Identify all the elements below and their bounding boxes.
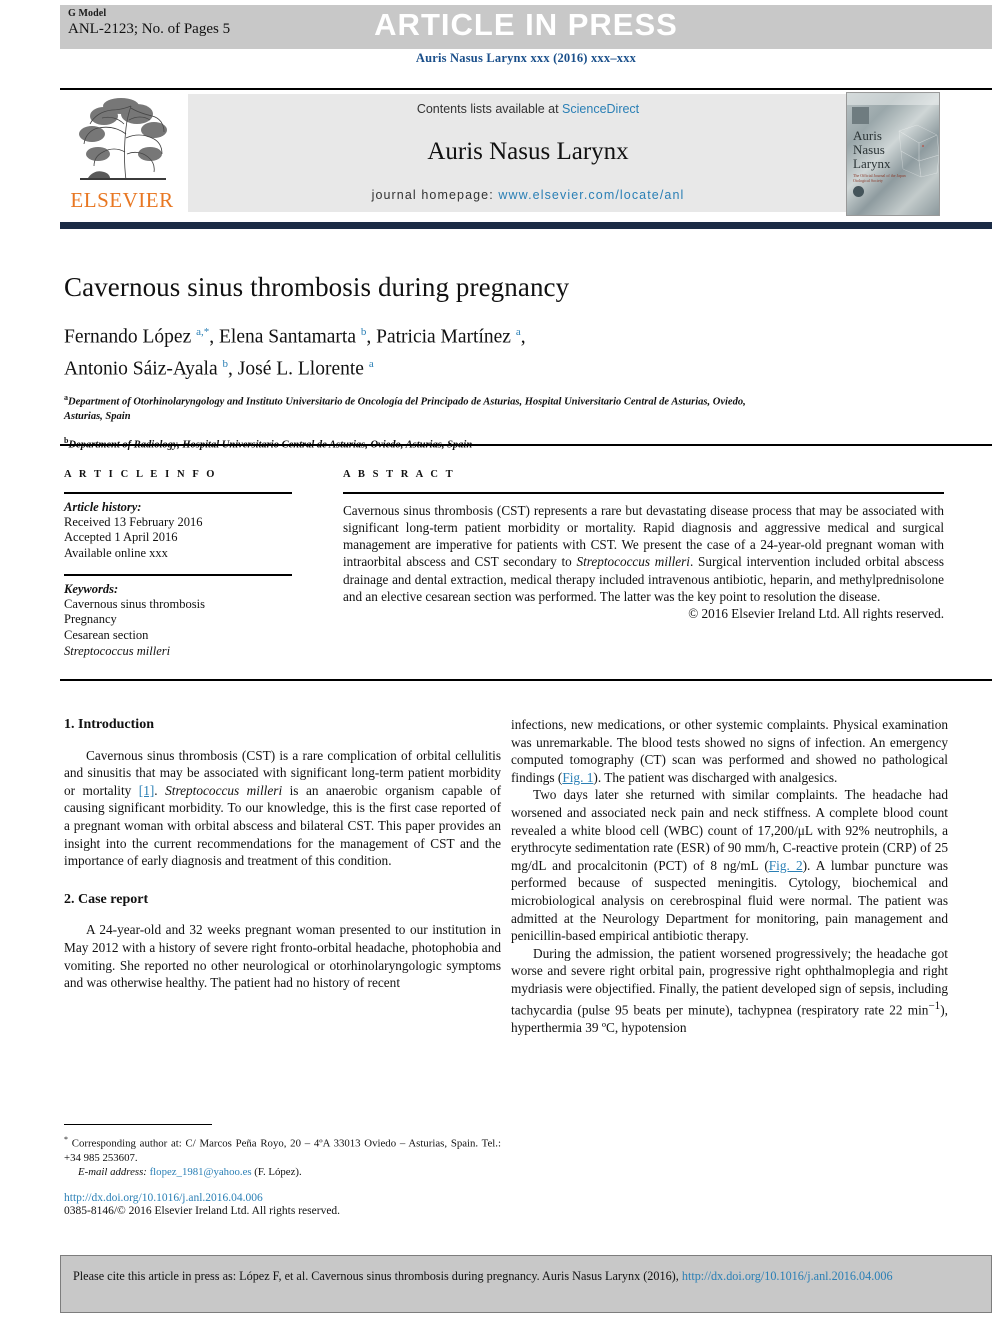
abstract-organism: Streptococcus milleri bbox=[576, 554, 690, 570]
abstract-column: Cavernous sinus thrombosis (CST) represe… bbox=[343, 492, 944, 622]
homepage-prefix: journal homepage: bbox=[371, 188, 499, 202]
contents-prefix: Contents lists available at bbox=[416, 102, 563, 116]
contents-panel: Contents lists available at ScienceDirec… bbox=[188, 94, 868, 212]
affiliation-a-text: Department of Otorhinolaryngology and In… bbox=[64, 396, 746, 423]
keyword-3: Cesarean section bbox=[64, 627, 149, 642]
journal-cover-thumbnail: Auris Nasus Larynx The Official Journal … bbox=[846, 92, 940, 216]
page-title: Cavernous sinus thrombosis during pregna… bbox=[64, 272, 570, 302]
masthead: ELSEVIER Contents lists available at Sci… bbox=[60, 92, 992, 216]
abstract-copyright: © 2016 Elsevier Ireland Ltd. All rights … bbox=[688, 606, 944, 622]
email-note: E-mail address: flopez_1981@yahoo.es (F.… bbox=[64, 1166, 501, 1178]
affiliation-a: aDepartment of Otorhinolaryngology and I… bbox=[64, 391, 764, 425]
journal-homepage-line: journal homepage: www.elsevier.com/locat… bbox=[188, 188, 868, 202]
article-in-press-title: ARTICLE IN PRESS bbox=[374, 7, 678, 42]
corresponding-author-note: * Corresponding author at: C/ Marcos Peñ… bbox=[64, 1133, 501, 1165]
cover-seal-icon bbox=[853, 186, 864, 197]
doi-link[interactable]: http://dx.doi.org/10.1016/j.anl.2016.04.… bbox=[64, 1192, 263, 1204]
abstract-band-top-rule bbox=[60, 444, 992, 446]
article-info-column: Article history: Received 13 February 20… bbox=[64, 492, 300, 659]
figure-ref-2[interactable]: Fig. 2 bbox=[769, 858, 803, 873]
doi-line[interactable]: http://dx.doi.org/10.1016/j.anl.2016.04.… bbox=[64, 1192, 501, 1204]
author-llorente-marker: a bbox=[368, 357, 374, 370]
right-p1-part-2: ). The patient was discharged with analg… bbox=[593, 769, 838, 785]
cite-this-article-box: Please cite this article in press as: Ló… bbox=[60, 1255, 992, 1313]
footnote-rule bbox=[64, 1124, 212, 1126]
body-column-right: infections, new medications, or other sy… bbox=[511, 716, 948, 1036]
article-in-press-banner: G Model ANL-2123; No. of Pages 5 ARTICLE… bbox=[60, 5, 992, 49]
keyword-2: Pregnancy bbox=[64, 612, 117, 627]
abstract-heading: A B S T R A C T bbox=[343, 469, 456, 480]
abstract-rule bbox=[343, 492, 944, 494]
email-suffix: (F. López). bbox=[251, 1166, 302, 1179]
cite-this-article-text: Please cite this article in press as: Ló… bbox=[73, 1268, 979, 1285]
citation-ref-1[interactable]: [1] bbox=[139, 783, 155, 798]
author-list: Fernando López a,*, Elena Santamarta b, … bbox=[64, 319, 764, 382]
author-line-1: Fernando López a,*, Elena Santamarta b, … bbox=[64, 319, 764, 351]
cite-doi-link-part1[interactable]: http://dx.doi.org/ bbox=[682, 1269, 764, 1283]
journal-reference-line: Auris Nasus Larynx xxx (2016) xxx–xxx bbox=[415, 51, 637, 65]
issn-copyright-line: 0385-8146/© 2016 Elsevier Ireland Ltd. A… bbox=[64, 1205, 341, 1218]
article-info-rule-1 bbox=[64, 492, 292, 494]
article-info-heading: A R T I C L E I N F O bbox=[64, 469, 218, 480]
corresponding-author-text: Corresponding author at: C/ Marcos Peña … bbox=[64, 1137, 501, 1165]
email-link[interactable]: flopez_1981@yahoo.es bbox=[150, 1166, 252, 1178]
title-block: Cavernous sinus thrombosis during pregna… bbox=[64, 272, 764, 453]
masthead-bottom-rule bbox=[60, 222, 992, 229]
keyword-4: Streptococcus milleri bbox=[64, 643, 171, 658]
cover-topbar bbox=[847, 93, 939, 105]
article-history-received: Received 13 February 2016 bbox=[64, 514, 203, 529]
right-p3-part-1: During the admission, the patient worsen… bbox=[511, 945, 948, 1017]
author-line-2: Antonio Sáiz-Ayala b, José L. Llorente a bbox=[64, 351, 764, 383]
journal-name: Auris Nasus Larynx bbox=[427, 138, 629, 165]
article-info-rule-2 bbox=[64, 574, 292, 576]
paragraph-right-1: infections, new medications, or other sy… bbox=[511, 716, 948, 786]
cite-text-prefix: Please cite this article in press as: Ló… bbox=[73, 1269, 682, 1283]
cover-society-logo bbox=[852, 107, 869, 124]
author-santamarta: , Elena Santamarta bbox=[209, 326, 361, 348]
cover-mesh-graphic bbox=[898, 124, 939, 178]
cover-title-line3: Larynx bbox=[853, 156, 891, 171]
elsevier-tree-icon bbox=[74, 94, 172, 186]
article-page: G Model ANL-2123; No. of Pages 5 ARTICLE… bbox=[0, 0, 992, 1323]
author-martinez: , Patricia Martínez bbox=[366, 326, 516, 348]
elsevier-logo: ELSEVIER bbox=[66, 94, 178, 214]
intro-organism: Streptococcus milleri bbox=[165, 782, 283, 798]
article-history-label: Article history: bbox=[64, 499, 142, 514]
email-label: E-mail address: bbox=[78, 1166, 147, 1179]
right-p3-exponent: −1 bbox=[928, 999, 941, 1012]
abstract-text: Cavernous sinus thrombosis (CST) represe… bbox=[343, 502, 944, 606]
paragraph-right-3: During the admission, the patient worsen… bbox=[511, 945, 948, 1036]
cite-doi-link-part2[interactable]: 10.1016/j.anl.2016.04.006 bbox=[764, 1269, 892, 1283]
contents-available-line: Contents lists available at ScienceDirec… bbox=[188, 102, 868, 116]
author-llorente: , José L. Llorente bbox=[228, 358, 369, 379]
author-line1-tail: , bbox=[520, 326, 526, 348]
figure-ref-1[interactable]: Fig. 1 bbox=[562, 770, 593, 785]
paragraph-right-2: Two days later she returned with similar… bbox=[511, 786, 948, 944]
keywords-label: Keywords: bbox=[64, 581, 119, 596]
article-history-online: Available online xxx bbox=[64, 545, 168, 560]
body-column-left: 1. Introduction Cavernous sinus thrombos… bbox=[64, 716, 501, 992]
affiliation-b: bDepartment of Radiology, Hospital Unive… bbox=[64, 434, 764, 453]
author-saiz-ayala: Antonio Sáiz-Ayala bbox=[64, 358, 223, 379]
cover-title: Auris Nasus Larynx bbox=[853, 129, 891, 171]
masthead-top-rule bbox=[60, 88, 992, 90]
sciencedirect-link[interactable]: ScienceDirect bbox=[562, 102, 639, 116]
author-lopez: Fernando López bbox=[64, 326, 197, 348]
paragraph-introduction: Cavernous sinus thrombosis (CST) is a ra… bbox=[64, 747, 501, 870]
section-heading-introduction: 1. Introduction bbox=[64, 717, 154, 732]
abstract-band-bottom-rule bbox=[60, 679, 992, 681]
intro-part-2: . bbox=[154, 782, 166, 798]
section-heading-case-report: 2. Case report bbox=[64, 891, 149, 907]
article-history-accepted: Accepted 1 April 2016 bbox=[64, 530, 178, 545]
footnote-block: * Corresponding author at: C/ Marcos Peñ… bbox=[64, 1124, 501, 1217]
cover-title-line2: Nasus bbox=[853, 142, 885, 157]
elsevier-wordmark: ELSEVIER bbox=[70, 188, 174, 212]
journal-homepage-link[interactable]: www.elsevier.com/locate/anl bbox=[498, 188, 684, 202]
keyword-1: Cavernous sinus thrombosis bbox=[64, 596, 205, 611]
paragraph-case-report-1: A 24-year-old and 32 weeks pregnant woma… bbox=[64, 922, 501, 991]
author-lopez-marker: a,* bbox=[196, 326, 210, 338]
cover-title-line1: Auris bbox=[853, 128, 882, 143]
